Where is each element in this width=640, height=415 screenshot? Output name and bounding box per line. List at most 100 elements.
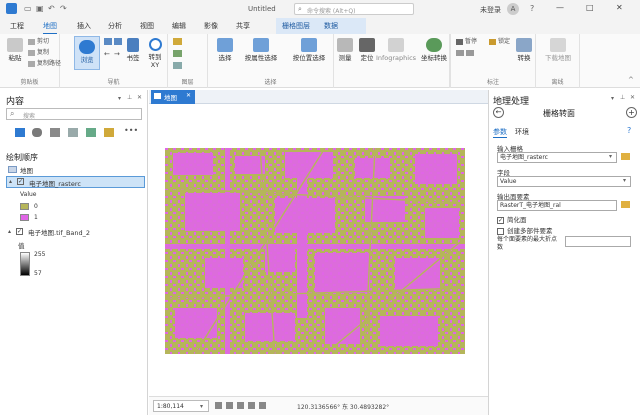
chevron-down-icon[interactable]: ▾ bbox=[623, 177, 626, 184]
more-options-icon[interactable]: ••• bbox=[124, 126, 138, 135]
raster-map-canvas[interactable] bbox=[165, 148, 465, 354]
pin-icon[interactable]: ⊥ bbox=[127, 94, 132, 101]
basemap-icon[interactable] bbox=[173, 50, 182, 57]
copy-button[interactable]: 复制 bbox=[28, 49, 49, 57]
help-icon[interactable]: ? bbox=[530, 4, 534, 13]
map-node[interactable]: 地图 bbox=[20, 165, 33, 175]
map-tool-icon[interactable] bbox=[237, 402, 244, 409]
next-extent-icon[interactable]: → bbox=[114, 50, 120, 58]
field-select[interactable]: Value bbox=[497, 176, 631, 187]
measure-button[interactable]: 测量 bbox=[334, 38, 356, 62]
layer1-visibility-checkbox[interactable]: ✓ bbox=[17, 178, 24, 185]
lock-labels-button[interactable]: 锁定 bbox=[489, 38, 510, 46]
add-preset-icon[interactable] bbox=[173, 62, 182, 69]
lock-icon bbox=[489, 38, 496, 45]
list-by-source-icon[interactable] bbox=[32, 128, 42, 137]
help-icon[interactable]: ? bbox=[627, 126, 631, 135]
tab-data[interactable]: 数据 bbox=[324, 19, 338, 33]
map-tab[interactable]: 地图 ✕ bbox=[151, 90, 195, 104]
list-by-editing-icon[interactable] bbox=[68, 128, 78, 137]
bookmarks-button[interactable]: 书签 bbox=[124, 38, 142, 62]
paste-button[interactable]: 粘贴 bbox=[4, 38, 26, 62]
tab-edit[interactable]: 编辑 bbox=[172, 19, 186, 33]
stretch-ramp[interactable] bbox=[20, 252, 30, 276]
more-labels-icon[interactable] bbox=[466, 50, 474, 56]
pane-close-icon[interactable]: ✕ bbox=[137, 94, 142, 101]
tab-environments[interactable]: 环境 bbox=[515, 127, 529, 137]
layer1-row[interactable]: ▴ ✓ 电子地图_rasterc bbox=[6, 176, 145, 188]
coordinate-conversion-button[interactable]: 坐标转换 bbox=[418, 38, 450, 62]
tab-parameters[interactable]: 参数 bbox=[493, 127, 507, 138]
pane-options-icon[interactable]: ▾ bbox=[611, 95, 614, 102]
qat-undo-icon[interactable]: ↶ bbox=[48, 0, 55, 18]
user-avatar[interactable]: A bbox=[507, 3, 519, 15]
back-icon[interactable]: ← bbox=[493, 107, 504, 118]
multipart-checkbox[interactable]: 创建多部件要素 bbox=[497, 225, 553, 235]
full-extent-icon[interactable] bbox=[104, 38, 112, 45]
close-button[interactable]: ✕ bbox=[616, 3, 623, 12]
browse-folder-icon[interactable] bbox=[621, 153, 630, 160]
tab-map[interactable]: 地图 bbox=[43, 19, 57, 35]
qat-open-icon[interactable]: ▭ bbox=[24, 0, 32, 18]
list-by-labeling-icon[interactable] bbox=[104, 128, 114, 137]
map-tab-close-icon[interactable]: ✕ bbox=[186, 92, 191, 99]
pane-close-icon[interactable]: ✕ bbox=[630, 94, 635, 101]
max-vertices-input[interactable] bbox=[565, 236, 631, 247]
fixed-zoom-icon[interactable] bbox=[114, 38, 122, 45]
paste-icon bbox=[7, 38, 23, 52]
infographics-button: Infographics bbox=[374, 38, 418, 62]
ribbon-collapse-icon[interactable]: ^ bbox=[628, 76, 634, 84]
copy-path-button[interactable]: 复制路径 bbox=[28, 60, 61, 68]
map-tool-icon[interactable] bbox=[226, 402, 233, 409]
command-search-box[interactable]: ⌕ 命令搜索 (Alt+Q) bbox=[294, 3, 414, 15]
map-tool-icon[interactable] bbox=[215, 402, 222, 409]
tab-imagery[interactable]: 影像 bbox=[204, 19, 218, 33]
tab-project[interactable]: 工程 bbox=[10, 19, 24, 33]
output-features-field[interactable]: RasterT_电子地图_ral bbox=[497, 200, 617, 211]
map-tool-icon[interactable] bbox=[259, 402, 266, 409]
chevron-down-icon[interactable]: ▾ bbox=[609, 153, 612, 160]
class1-swatch[interactable] bbox=[20, 214, 29, 221]
list-by-snapping-icon[interactable] bbox=[86, 128, 96, 137]
convert-labels-button[interactable]: 转换 bbox=[513, 38, 535, 62]
tab-insert[interactable]: 插入 bbox=[77, 19, 91, 33]
list-by-selection-icon[interactable] bbox=[50, 128, 60, 137]
goto-xy-button[interactable]: 转到 XY bbox=[144, 38, 166, 69]
previous-extent-icon[interactable]: ← bbox=[104, 50, 110, 58]
tab-analysis[interactable]: 分析 bbox=[108, 19, 122, 33]
layer2-visibility-checkbox[interactable]: ✓ bbox=[16, 228, 23, 235]
collapse-icon[interactable]: ▴ bbox=[9, 178, 12, 185]
maximize-button[interactable]: □ bbox=[586, 3, 594, 12]
qat-redo-icon[interactable]: ↷ bbox=[60, 0, 67, 18]
explore-label: 浏览 bbox=[80, 56, 94, 64]
explore-button[interactable]: 浏览 bbox=[74, 36, 100, 70]
sign-in-status[interactable]: 未登录 bbox=[480, 5, 501, 15]
input-raster-field[interactable]: 电子地图_rasterc bbox=[497, 152, 617, 163]
add-data-icon[interactable] bbox=[173, 38, 182, 45]
list-by-drawing-order-icon[interactable] bbox=[15, 128, 25, 137]
map-view[interactable]: 地图 ✕ 1:80,114 ▾ 120.3136566° 东 30.489328… bbox=[149, 90, 488, 415]
contents-search-input[interactable]: 搜索 ⌕ bbox=[6, 108, 142, 120]
simplify-check-icon: ✓ bbox=[497, 216, 504, 224]
pane-options-icon[interactable]: ▾ bbox=[118, 95, 121, 102]
select-button[interactable]: 选择 bbox=[212, 38, 238, 62]
collapse-icon[interactable]: ▴ bbox=[8, 228, 11, 235]
tab-view[interactable]: 视图 bbox=[140, 19, 154, 33]
pause-labels-button[interactable]: 暂停 bbox=[456, 38, 477, 46]
add-icon[interactable]: + bbox=[626, 107, 637, 118]
scale-selector[interactable]: 1:80,114 ▾ bbox=[153, 400, 209, 412]
select-by-attributes-button[interactable]: 按属性选择 bbox=[238, 38, 284, 62]
select-by-location-button[interactable]: 按位置选择 bbox=[286, 38, 332, 62]
browse-folder-icon[interactable] bbox=[621, 201, 630, 208]
map-tool-icon[interactable] bbox=[248, 402, 255, 409]
copy-icon bbox=[28, 49, 35, 56]
pin-icon[interactable]: ⊥ bbox=[620, 94, 625, 101]
simplify-checkbox[interactable]: ✓ 简化面 bbox=[497, 214, 527, 224]
cut-button[interactable]: 剪切 bbox=[28, 38, 49, 46]
view-unplaced-icon[interactable] bbox=[456, 50, 464, 56]
class0-swatch[interactable] bbox=[20, 203, 29, 210]
minimize-button[interactable]: — bbox=[556, 3, 564, 12]
qat-save-icon[interactable]: ▣ bbox=[36, 0, 44, 18]
tab-share[interactable]: 共享 bbox=[236, 19, 250, 33]
layer2-name[interactable]: 电子地图.tif_Band_2 bbox=[28, 227, 90, 237]
